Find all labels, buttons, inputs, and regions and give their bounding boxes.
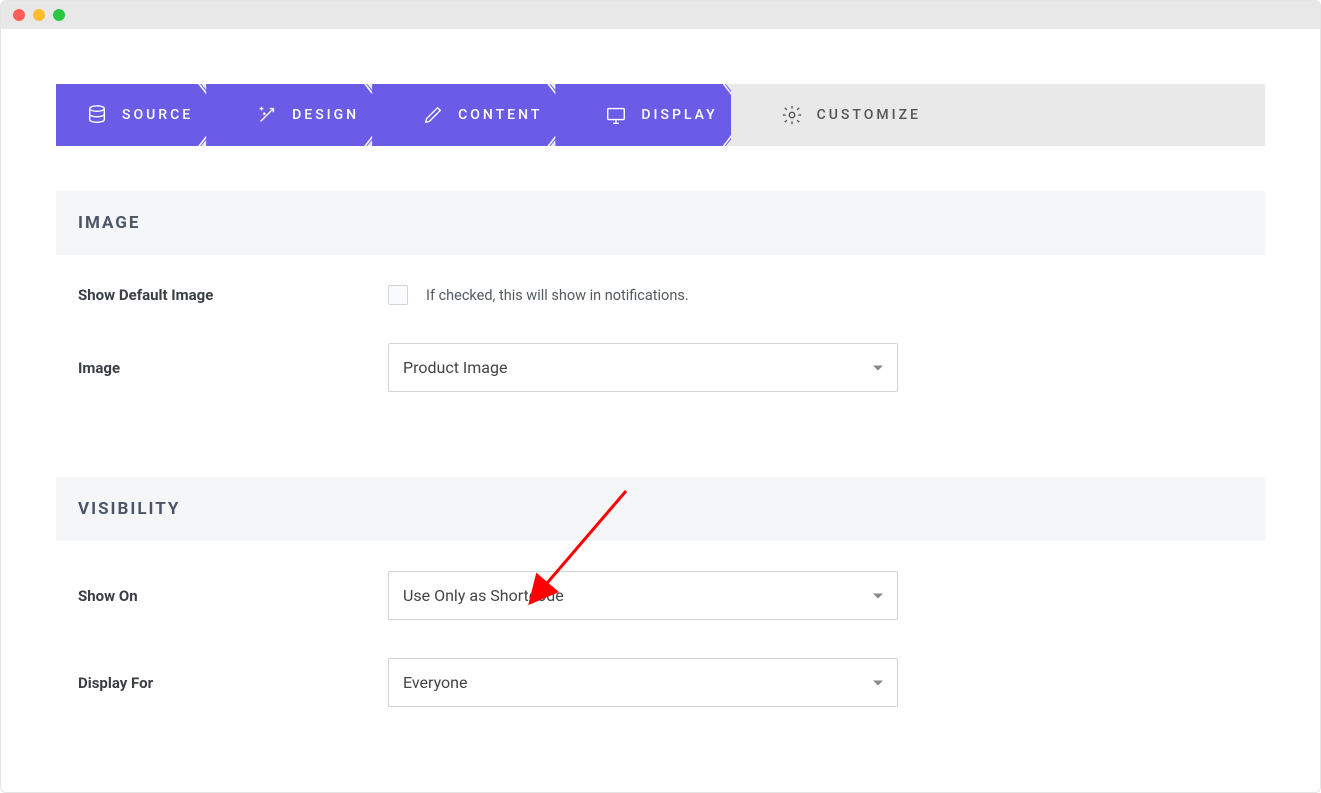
- select-display-for-value: Everyone: [403, 673, 467, 692]
- checkbox-show-default-image[interactable]: [388, 285, 408, 305]
- content-area: SOURCE DESIGN CONTENT: [1, 29, 1320, 747]
- pencil-icon: [422, 104, 444, 126]
- close-window-button[interactable]: [13, 9, 25, 21]
- step-source[interactable]: SOURCE: [56, 84, 227, 146]
- select-image[interactable]: Product Image: [388, 343, 898, 392]
- section-title-visibility: VISIBILITY: [56, 477, 1265, 541]
- label-display-for: Display For: [78, 674, 388, 692]
- row-display-for: Display For Everyone: [78, 658, 1243, 707]
- chevron-down-icon: [873, 680, 883, 685]
- label-image: Image: [78, 359, 388, 377]
- section-visibility-body: Show On Use Only as Shortcode Display Fo…: [56, 541, 1265, 747]
- wizard-steps: SOURCE DESIGN CONTENT: [56, 84, 1265, 146]
- select-display-for[interactable]: Everyone: [388, 658, 898, 707]
- select-show-on-value: Use Only as Shortcode: [403, 586, 564, 605]
- help-show-default-image: If checked, this will show in notificati…: [426, 287, 689, 304]
- section-image: IMAGE Show Default Image If checked, thi…: [56, 191, 1265, 432]
- step-label: CONTENT: [458, 107, 542, 123]
- database-icon: [86, 104, 108, 126]
- step-label: DESIGN: [292, 107, 359, 123]
- window-titlebar: [1, 1, 1320, 29]
- label-show-on: Show On: [78, 587, 388, 605]
- step-display[interactable]: DISPLAY: [555, 84, 751, 146]
- chevron-down-icon: [873, 365, 883, 370]
- chevron-down-icon: [873, 593, 883, 598]
- maximize-window-button[interactable]: [53, 9, 65, 21]
- wand-icon: [256, 104, 278, 126]
- section-title-image: IMAGE: [56, 191, 1265, 255]
- gear-icon: [781, 104, 803, 126]
- step-customize[interactable]: CUSTOMIZE: [731, 84, 955, 146]
- label-show-default-image: Show Default Image: [78, 286, 388, 304]
- section-image-body: Show Default Image If checked, this will…: [56, 255, 1265, 432]
- section-visibility: VISIBILITY Show On Use Only as Shortcode…: [56, 477, 1265, 747]
- window: SOURCE DESIGN CONTENT: [0, 0, 1321, 793]
- row-show-on: Show On Use Only as Shortcode: [78, 571, 1243, 620]
- select-image-value: Product Image: [403, 358, 507, 377]
- step-label: DISPLAY: [641, 107, 717, 123]
- row-show-default-image: Show Default Image If checked, this will…: [78, 285, 1243, 305]
- monitor-icon: [605, 104, 627, 126]
- step-label: CUSTOMIZE: [817, 107, 921, 123]
- step-content[interactable]: CONTENT: [372, 84, 576, 146]
- row-image: Image Product Image: [78, 343, 1243, 392]
- select-show-on[interactable]: Use Only as Shortcode: [388, 571, 898, 620]
- minimize-window-button[interactable]: [33, 9, 45, 21]
- step-label: SOURCE: [122, 107, 193, 123]
- step-design[interactable]: DESIGN: [206, 84, 393, 146]
